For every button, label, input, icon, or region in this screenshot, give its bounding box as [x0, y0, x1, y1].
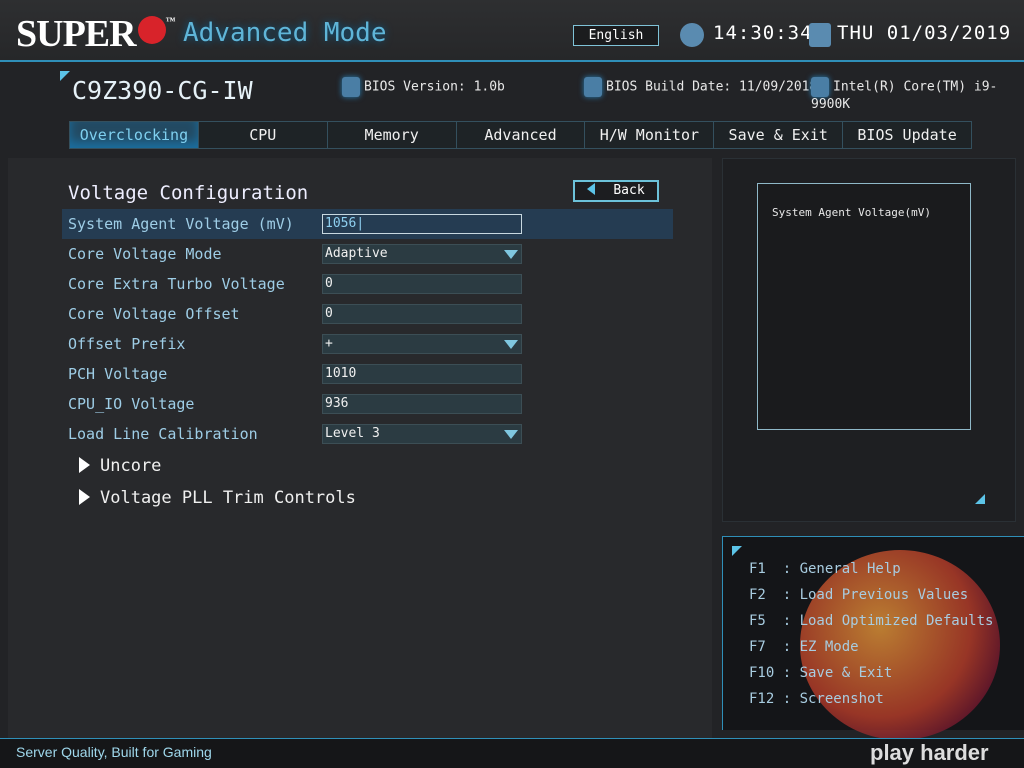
play-harder-logo: play harder	[870, 740, 989, 765]
corner-marker-icon	[732, 546, 742, 556]
hotkey-f1: F1 : General Help	[749, 561, 901, 577]
cpu-io-voltage-input[interactable]: 936	[322, 394, 522, 414]
core-voltage-mode-select[interactable]: Adaptive	[322, 244, 522, 264]
setting-system-agent-voltage[interactable]: System Agent Voltage (mV) 1056|	[62, 209, 673, 239]
hotkey-f12: F12 : Screenshot	[749, 691, 884, 707]
submenu-uncore[interactable]: Uncore	[79, 456, 161, 476]
tab-overclocking[interactable]: Overclocking	[70, 122, 199, 148]
logo-dot	[137, 16, 166, 44]
back-label: Back	[613, 183, 645, 198]
submenu-voltage-pll-trim[interactable]: Voltage PLL Trim Controls	[79, 488, 356, 508]
offset-prefix-select[interactable]: +	[322, 334, 522, 354]
board-model: C9Z390-CG-IW	[72, 76, 253, 105]
chevron-down-icon	[504, 430, 518, 439]
setting-label: Offset Prefix	[68, 335, 186, 353]
main-tabs: Overclocking CPU Memory Advanced H/W Mon…	[69, 121, 972, 149]
tab-memory[interactable]: Memory	[328, 122, 457, 148]
setting-label: System Agent Voltage (mV)	[68, 215, 294, 233]
pch-voltage-input[interactable]: 1010	[322, 364, 522, 384]
setting-load-line-calibration[interactable]: Load Line Calibration Level 3	[62, 419, 673, 449]
chevron-down-icon	[504, 340, 518, 349]
back-button[interactable]: Back	[573, 180, 659, 202]
corner-marker-icon	[60, 71, 70, 81]
date-display: THU 01/03/2019	[837, 22, 1012, 44]
setting-label: Core Voltage Offset	[68, 305, 240, 323]
clock-icon	[680, 23, 704, 47]
calendar-icon	[809, 23, 831, 47]
page-title: Voltage Configuration	[68, 182, 309, 204]
core-voltage-offset-input[interactable]: 0	[322, 304, 522, 324]
expand-arrow-icon	[79, 489, 90, 505]
tab-save-exit[interactable]: Save & Exit	[714, 122, 844, 148]
setting-label: PCH Voltage	[68, 365, 168, 383]
hotkey-f7: F7 : EZ Mode	[749, 639, 859, 655]
setting-offset-prefix[interactable]: Offset Prefix +	[62, 329, 673, 359]
language-button[interactable]: English	[573, 25, 659, 46]
bios-build-date: BIOS Build Date: 11/09/2018	[584, 77, 817, 97]
build-date-text: BIOS Build Date: 11/09/2018	[606, 79, 818, 95]
hotkey-f10: F10 : Save & Exit	[749, 665, 893, 681]
core-extra-turbo-voltage-input[interactable]: 0	[322, 274, 522, 294]
tab-hw-monitor[interactable]: H/W Monitor	[585, 122, 715, 148]
bios-version-text: BIOS Version: 1.0b	[364, 79, 505, 95]
help-box	[757, 183, 971, 430]
help-text: System Agent Voltage(mV)	[772, 206, 931, 219]
setting-label: CPU_IO Voltage	[68, 395, 195, 413]
setting-label: Core Extra Turbo Voltage	[68, 275, 285, 293]
setting-cpu-io-voltage[interactable]: CPU_IO Voltage 936	[62, 389, 673, 419]
time-display: 14:30:34	[713, 22, 813, 44]
tab-bios-update[interactable]: BIOS Update	[843, 122, 971, 148]
cpu-info: Intel(R) Core(TM) i9-9900K	[811, 77, 1024, 112]
back-arrow-icon	[587, 183, 596, 195]
mode-title: Advanced Mode	[183, 18, 387, 48]
corner-marker-icon	[975, 494, 985, 504]
footer-slogan: Server Quality, Built for Gaming	[16, 744, 212, 760]
setting-core-voltage-offset[interactable]: Core Voltage Offset 0	[62, 299, 673, 329]
tab-advanced[interactable]: Advanced	[457, 122, 586, 148]
hotkey-f2: F2 : Load Previous Values	[749, 587, 969, 603]
expand-arrow-icon	[79, 457, 90, 473]
system-agent-voltage-input[interactable]: 1056|	[322, 214, 522, 234]
supermicro-logo: SUPER ™	[16, 13, 176, 55]
tab-cpu[interactable]: CPU	[199, 122, 328, 148]
logo-text: SUPER	[16, 13, 137, 55]
setting-core-voltage-mode[interactable]: Core Voltage Mode Adaptive	[62, 239, 673, 269]
cpu-text: Intel(R) Core(TM) i9-9900K	[811, 79, 998, 113]
setting-core-extra-turbo-voltage[interactable]: Core Extra Turbo Voltage 0	[62, 269, 673, 299]
hotkey-f5: F5 : Load Optimized Defaults	[749, 613, 994, 629]
load-line-calibration-select[interactable]: Level 3	[322, 424, 522, 444]
chevron-down-icon	[504, 250, 518, 259]
bios-version: BIOS Version: 1.0b	[342, 77, 505, 97]
setting-label: Core Voltage Mode	[68, 245, 222, 263]
cpu-chip-icon	[811, 77, 829, 97]
setting-pch-voltage[interactable]: PCH Voltage 1010	[62, 359, 673, 389]
bios-chip-icon	[342, 77, 360, 97]
setting-label: Load Line Calibration	[68, 425, 258, 443]
build-tool-icon	[584, 77, 602, 97]
